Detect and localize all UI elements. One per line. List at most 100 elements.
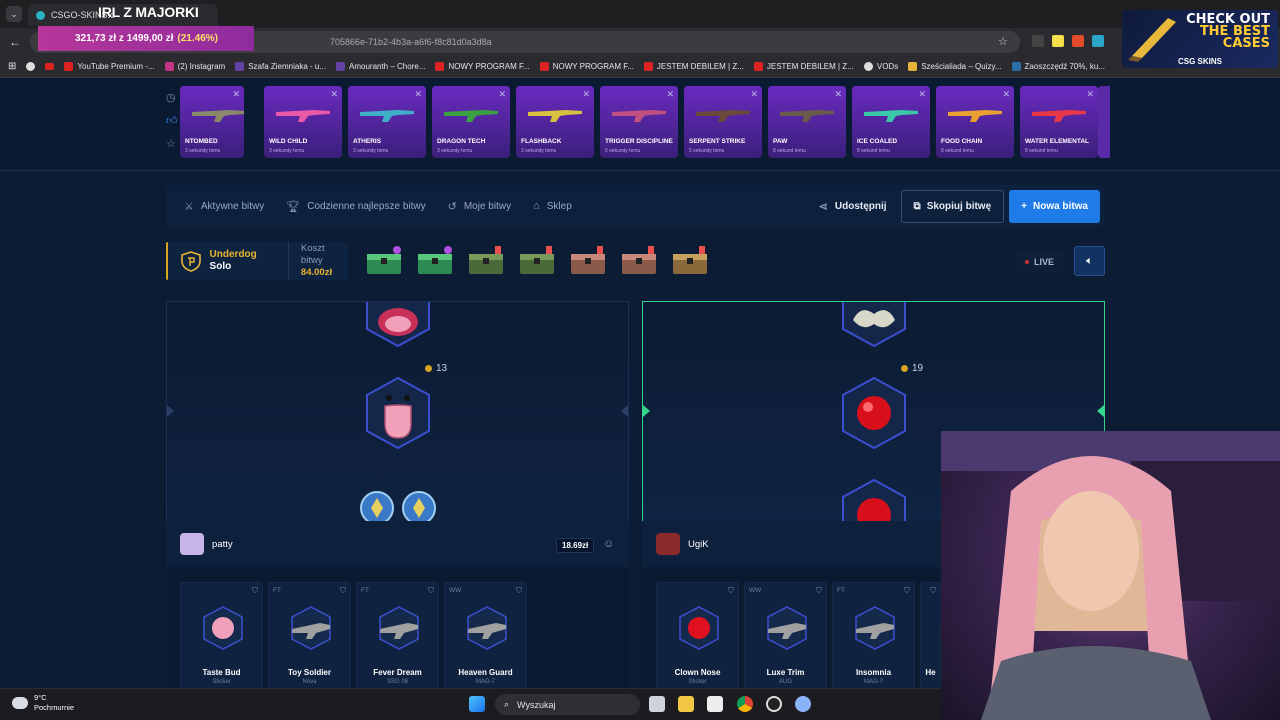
battle-mode: Underdog Solo	[209, 249, 257, 272]
close-icon[interactable]: ✕	[666, 89, 674, 100]
copy-battle-button[interactable]: ⧉ Skopiuj bitwę	[900, 189, 1005, 223]
feed-card[interactable]: ✕ ICE COALED 8 sekund temu	[852, 86, 930, 158]
bookmark-item[interactable]: (2) Instagram	[164, 62, 225, 71]
feed-card[interactable]: ✕ TRIGGER DISCIPLINE 5 sekundy temu	[600, 86, 678, 158]
tab-active-battles[interactable]: ⚔ Aktywne bitwy	[184, 185, 264, 227]
extension-3-icon[interactable]	[1072, 35, 1084, 47]
item-image-icon	[767, 606, 807, 650]
task-view-icon[interactable]	[649, 696, 665, 712]
item-type: Sticker	[212, 679, 231, 685]
file-explorer-icon[interactable]	[678, 696, 694, 712]
item-type: SSG 08	[386, 679, 408, 685]
sound-button[interactable]: 🔈︎	[1074, 246, 1105, 276]
feed-card[interactable]: ✕ PAW 8 sekund temu	[768, 86, 846, 158]
close-icon[interactable]: ✕	[834, 89, 842, 100]
bookmark-item[interactable]: Szafa Ziemniaka - u...	[235, 62, 326, 71]
feed-item-time: 3 sekundy temu	[437, 148, 473, 154]
item-card[interactable]: ⛉ Taste Bud Sticker	[180, 582, 263, 690]
bookmark-item[interactable]: Sześcialiada – Quizy...	[908, 62, 1002, 71]
settings-icon[interactable]	[795, 696, 811, 712]
tab-list-button[interactable]: ⌄	[6, 6, 22, 22]
case-icon[interactable]	[569, 246, 607, 276]
item-card[interactable]: ⛉ Clown Nose Sticker	[656, 582, 739, 690]
extension-2-icon[interactable]	[1052, 35, 1064, 47]
close-icon[interactable]: ✕	[1086, 89, 1094, 100]
feed-card[interactable]: ✕ ATHERIS 3 sekundy temu	[348, 86, 426, 158]
clown-nose-sticker-icon	[842, 478, 906, 521]
trophy-icon: 🏆︎	[286, 200, 301, 213]
coin-icon	[901, 365, 908, 372]
close-icon[interactable]: ✕	[414, 89, 422, 100]
close-icon[interactable]: ✕	[498, 89, 506, 100]
url-text: 705866e-71b2-4b3a-a6f6-f8c81d0a3d8a	[330, 37, 492, 47]
close-icon[interactable]: ✕	[918, 89, 926, 100]
bookmark-item[interactable]: JESTEM DEBILEM | Z...	[753, 62, 854, 71]
item-card[interactable]: FT ⛉ Toy Soldier Nova	[268, 582, 351, 690]
case-icon[interactable]	[518, 246, 556, 276]
close-icon[interactable]: ✕	[232, 89, 240, 100]
weather-text: Pochmurnie	[34, 703, 75, 712]
tongue-sticker-icon	[366, 376, 430, 450]
item-card[interactable]: FT ⛉ Insomnia MAG-7	[832, 582, 915, 690]
item-card[interactable]: WW ⛉ Heaven Guard MAG-7	[444, 582, 527, 690]
quiz-icon	[908, 62, 918, 71]
tab-daily-best[interactable]: 🏆︎ Codzienne najlepsze bitwy	[286, 185, 425, 227]
bookmark-item[interactable]: JESTEM DEBILEM | Z...	[643, 62, 744, 71]
feed-card[interactable]: ✕ FLASHBACK 3 sekundy temu	[516, 86, 594, 158]
bookmark-item[interactable]: YouTube Premium -...	[64, 62, 155, 71]
item-card[interactable]: FT ⛉ Fever Dream SSG 08	[356, 582, 439, 690]
feed-card[interactable]: ✕ NTOMBED 3 sekundy temu	[180, 86, 244, 158]
new-battle-button[interactable]: + Nowa bitwa	[1009, 189, 1100, 223]
github-icon[interactable]	[26, 62, 36, 71]
star-icon[interactable]: ☆	[166, 138, 178, 150]
clock-icon[interactable]: ◷	[166, 92, 178, 104]
feed-item-time: 3 sekundy temu	[269, 148, 305, 154]
feed-item-name: DRAGON TECH	[437, 138, 486, 145]
emoji-icon[interactable]: ☺	[603, 538, 614, 550]
windows-start-icon[interactable]	[469, 696, 485, 712]
share-button[interactable]: ⋖ Udostępnij	[819, 185, 887, 227]
case-icon[interactable]	[365, 246, 403, 276]
case-icon[interactable]	[416, 246, 454, 276]
thumbs-up-icon[interactable]: 👍︎	[166, 115, 178, 127]
close-icon[interactable]: ✕	[330, 89, 338, 100]
tab-shop[interactable]: ⌂ Sklep	[533, 185, 572, 227]
feed-card[interactable]: ✕ WILD CHILD 3 sekundy temu	[264, 86, 342, 158]
goal-percent: (21.46%)	[177, 33, 218, 44]
tab-my-battles[interactable]: ↺ Moje bitwy	[448, 185, 511, 227]
item-card[interactable]: ⛉ He	[920, 582, 941, 690]
feed-card[interactable]: ✕ DRAGON TECH 3 sekundy temu	[432, 86, 510, 158]
close-icon[interactable]: ✕	[1002, 89, 1010, 100]
case-icon[interactable]	[671, 246, 709, 276]
store-icon[interactable]	[707, 696, 723, 712]
share-icon: ⋖	[818, 200, 828, 213]
apps-grid-icon[interactable]: ⊞	[8, 61, 16, 72]
extension-1-icon[interactable]	[1032, 35, 1044, 47]
feed-card[interactable]: ✕ WATER ELEMENTAL 8 sekund temu	[1020, 86, 1098, 158]
feed-card[interactable]: ✕ FOOD CHAIN 8 sekund temu	[936, 86, 1014, 158]
youtube-icon[interactable]	[45, 63, 55, 70]
case-icon[interactable]	[620, 246, 658, 276]
obs-icon[interactable]	[766, 696, 782, 712]
item-card[interactable]: WW ⛉ Luxe Trim AUG	[744, 582, 827, 690]
bookmark-item[interactable]: VODs	[863, 62, 898, 71]
feed-card[interactable]: ✕ SERPENT STRIKE 5 sekundy temu	[684, 86, 762, 158]
bookmark-item[interactable]: NOWY PROGRAM F...	[539, 62, 634, 71]
bookmark-star-icon[interactable]: ☆	[998, 35, 1008, 48]
case-icon[interactable]	[467, 246, 505, 276]
feed-item-time: 8 sekund temu	[1025, 148, 1058, 154]
close-icon[interactable]: ✕	[582, 89, 590, 100]
weather-widget[interactable]: 9°C Pochmurnie	[12, 693, 74, 713]
close-icon[interactable]: ✕	[750, 89, 758, 100]
shield-icon: ⛉	[252, 586, 258, 595]
taskbar-search[interactable]: ⌕ Wyszukaj	[495, 694, 640, 715]
chrome-icon[interactable]	[737, 696, 753, 712]
extension-4-icon[interactable]	[1092, 35, 1104, 47]
basket-icon: ⌂	[533, 200, 540, 212]
item-image-icon	[679, 606, 719, 650]
bookmark-item[interactable]: Zaoszczędź 70%, ku...	[1011, 62, 1105, 71]
bookmark-item[interactable]: Amouranth – Chore...	[336, 62, 425, 71]
weapon-icon	[528, 110, 582, 122]
bookmark-item[interactable]: NOWY PROGRAM F...	[435, 62, 530, 71]
back-icon[interactable]: ←	[9, 35, 21, 49]
